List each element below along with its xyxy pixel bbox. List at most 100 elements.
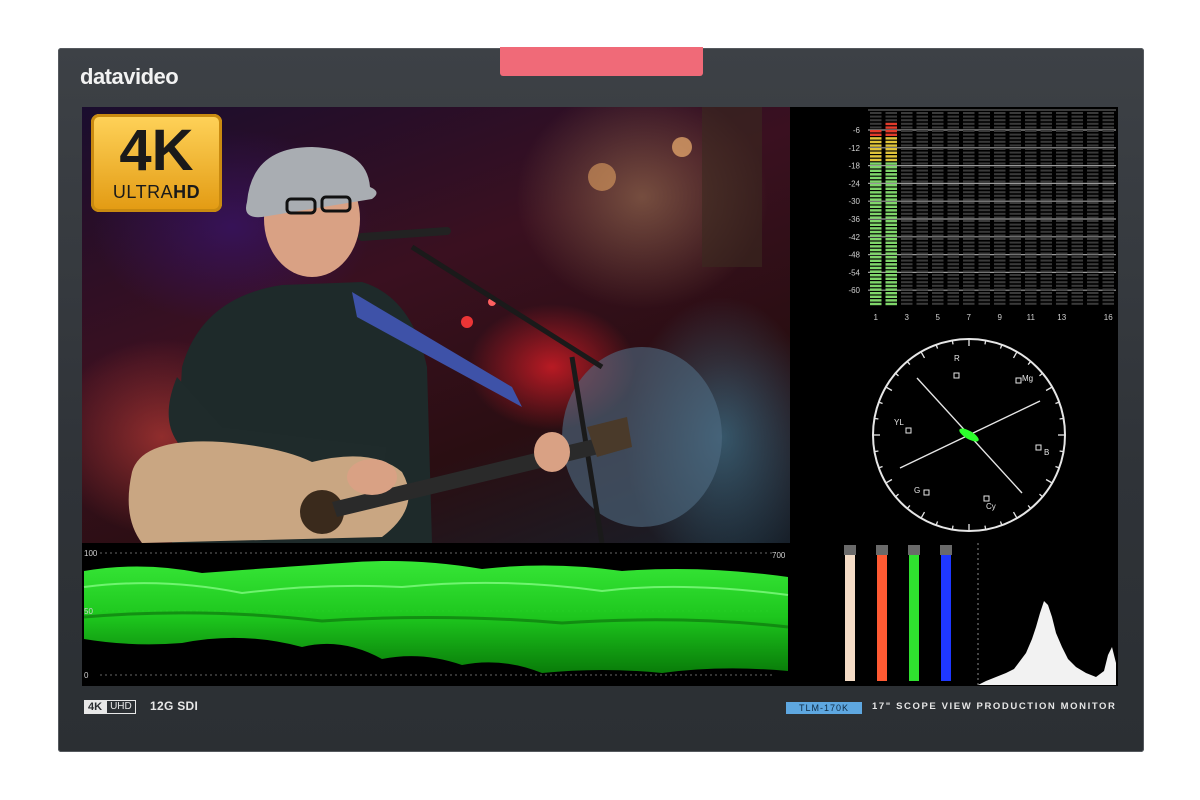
rgb-bars-graphic (844, 545, 952, 681)
waveform-scale-right: 700 (772, 551, 786, 560)
meter-segment (885, 166, 897, 169)
meter-segment (870, 155, 882, 158)
channel-label: 3 (905, 313, 910, 322)
waveform-scale-50: 50 (84, 607, 93, 616)
meter-segment (870, 292, 882, 295)
vector-trace (959, 428, 979, 442)
db-scale-label: -24 (848, 179, 860, 188)
meter-segment (885, 180, 897, 183)
db-scale-label: -54 (848, 268, 860, 277)
meter-segment (885, 234, 897, 237)
meter-segment (885, 252, 897, 255)
meter-segment (870, 223, 882, 226)
meter-segment (885, 274, 897, 277)
meter-segment (885, 198, 897, 201)
meter-segment (885, 266, 897, 270)
meter-segment (885, 126, 897, 129)
meter-segment (885, 209, 897, 212)
brand-logo: datavideo (80, 64, 179, 89)
meter-segment (870, 144, 882, 147)
waveform-monitor: 100 50 0 700 (82, 547, 790, 686)
meter-segment (885, 162, 897, 165)
db-scale-label: -6 (853, 126, 861, 135)
rgb-level-bars (832, 543, 972, 685)
meter-segment (870, 302, 882, 306)
meter-segment (870, 194, 882, 198)
meter-segment (885, 220, 897, 223)
meter-segment (870, 166, 882, 169)
meter-segment (870, 187, 882, 190)
histogram-graphic (977, 543, 1116, 685)
meter-segment (885, 281, 897, 284)
db-scale-label: -60 (848, 286, 860, 295)
channel-label: 13 (1057, 313, 1066, 322)
12g-sdi-label: 12G SDI (150, 699, 199, 713)
meter-segment (870, 173, 882, 176)
model-tag: TLM-170K (786, 702, 862, 714)
meter-segment (870, 241, 882, 244)
meter-segment (870, 266, 882, 270)
rgb-bar (941, 555, 951, 681)
meter-segment (885, 270, 897, 273)
meter-segment (870, 184, 882, 187)
meter-segment (870, 140, 882, 144)
meter-segment (885, 288, 897, 291)
db-scale-label: -18 (848, 162, 860, 171)
vector-target-label: Mg (1022, 374, 1033, 383)
meter-segment (870, 299, 882, 302)
channel-label: 1 (874, 313, 879, 322)
meter-segment (870, 169, 882, 172)
meter-segment (885, 205, 897, 208)
4k-ultrahd-badge: 4K ULTRAHD (91, 114, 222, 212)
meter-segment (885, 212, 897, 216)
rgb-bar (845, 555, 855, 681)
meter-segment (885, 158, 897, 162)
meter-segment (885, 227, 897, 230)
meter-segment (870, 248, 882, 252)
meter-segment (870, 130, 882, 133)
vectorscope: R Mg YL B G Cy (862, 333, 1076, 537)
luma-histogram (976, 543, 1118, 685)
meter-segment (870, 176, 882, 180)
meter-segment (870, 162, 882, 165)
meter-segment (870, 151, 882, 154)
rgb-bar (909, 555, 919, 681)
meter-segment (870, 205, 882, 208)
meter-segment (870, 259, 882, 262)
db-scale-label: -36 (848, 215, 860, 224)
meter-segment (870, 212, 882, 216)
meter-segment (885, 144, 897, 147)
meter-segment (885, 137, 897, 140)
meter-segment (870, 263, 882, 266)
meter-segment (870, 202, 882, 205)
vector-target-box (1035, 444, 1042, 451)
tally-light (500, 47, 703, 76)
db-scale-label: -42 (848, 233, 860, 242)
badge-sub-text: ULTRAHD (112, 182, 201, 202)
meter-segment (870, 234, 882, 237)
meter-segment (885, 130, 897, 133)
vector-target-label: G (914, 486, 920, 495)
meter-segment (870, 277, 882, 280)
meter-segment (870, 288, 882, 291)
meter-segment (870, 180, 882, 183)
meter-segment (885, 155, 897, 158)
meter-segment (885, 256, 897, 259)
channel-label: 9 (998, 313, 1003, 322)
meter-segment (885, 184, 897, 187)
meter-segment (870, 148, 882, 151)
meter-segment (870, 230, 882, 234)
meter-segment (870, 209, 882, 212)
meter-segment (885, 187, 897, 190)
meter-segment (885, 230, 897, 234)
meter-segment (885, 202, 897, 205)
meter-segment (885, 263, 897, 266)
meter-segment (885, 122, 897, 126)
label-4k-text: 4K (84, 700, 107, 714)
bar-cap (908, 545, 920, 555)
meter-segment (885, 241, 897, 244)
meter-segment (870, 216, 882, 219)
meter-segment (885, 238, 897, 241)
meter-segment (885, 176, 897, 180)
channel-label: 7 (967, 313, 972, 322)
